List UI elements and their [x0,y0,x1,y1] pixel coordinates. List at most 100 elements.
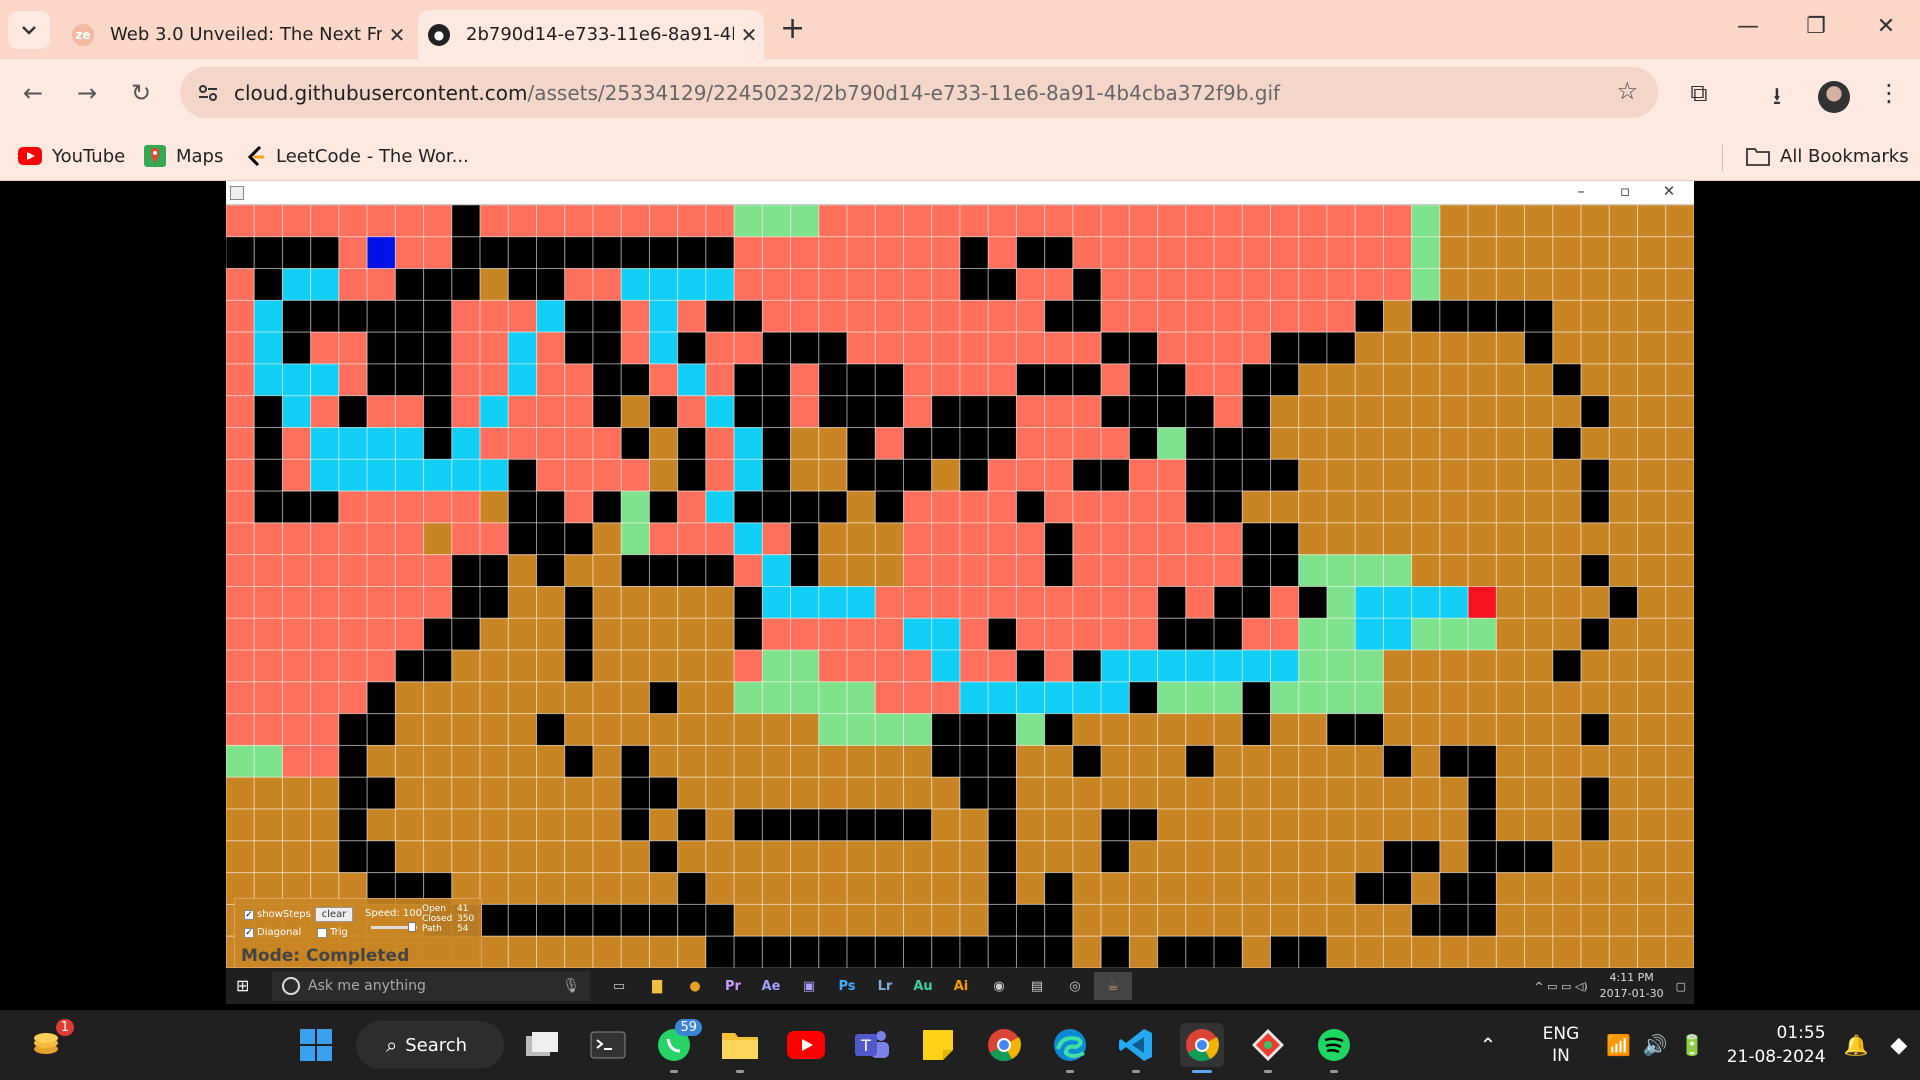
empty-cell[interactable] [1326,363,1356,397]
empty-cell[interactable] [733,776,763,810]
empty-cell[interactable] [705,586,735,619]
empty-cell[interactable] [1044,776,1074,810]
searched-cell[interactable] [253,713,283,746]
empty-cell[interactable] [1015,872,1046,905]
empty-cell[interactable] [1354,458,1384,492]
wall-cell[interactable] [1044,522,1074,556]
empty-cell[interactable] [874,872,905,905]
searched-cell[interactable] [620,458,650,492]
searched-cell[interactable] [987,490,1017,524]
searched-cell[interactable] [1185,554,1215,588]
empty-cell[interactable] [1665,205,1694,238]
wall-cell[interactable] [761,331,792,365]
empty-cell[interactable] [479,744,509,778]
empty-cell[interactable] [1608,840,1639,874]
searched-cell[interactable] [507,205,538,238]
empty-cell[interactable] [1213,840,1243,874]
searched-cell[interactable] [366,490,396,524]
open-cell[interactable] [1354,649,1384,683]
show-steps-checkbox[interactable]: ✓ showSteps [244,909,311,920]
wall-cell[interactable] [592,395,622,429]
empty-cell[interactable] [1382,299,1413,333]
empty-cell[interactable] [903,776,933,810]
open-cell[interactable] [620,490,650,524]
empty-cell[interactable] [677,713,707,746]
empty-cell[interactable] [564,935,594,968]
empty-cell[interactable] [1326,744,1356,778]
empty-cell[interactable] [394,808,425,842]
open-cell[interactable] [790,649,820,683]
searched-cell[interactable] [338,268,368,301]
path-cell[interactable] [1213,649,1243,683]
clock[interactable]: 01:55 21-08-2024 [1727,1021,1826,1069]
wall-cell[interactable] [733,490,763,524]
empty-cell[interactable] [1185,808,1215,842]
searched-cell[interactable] [564,458,594,492]
wall-cell[interactable] [705,299,735,333]
searched-cell[interactable] [226,649,255,683]
empty-cell[interactable] [931,458,961,492]
empty-cell[interactable] [1580,872,1610,905]
empty-cell[interactable] [1072,840,1102,874]
empty-cell[interactable] [677,681,707,715]
empty-cell[interactable] [1665,299,1694,333]
empty-cell[interactable] [1637,363,1667,397]
empty-cell[interactable] [931,776,961,810]
searched-cell[interactable] [1044,490,1074,524]
searched-cell[interactable] [959,649,989,683]
empty-cell[interactable] [1354,331,1384,365]
searched-cell[interactable] [1326,205,1356,238]
wall-cell[interactable] [1072,363,1102,397]
wall-cell[interactable] [1185,490,1215,524]
path-cell[interactable] [1185,649,1215,683]
searched-cell[interactable] [874,268,905,301]
wall-cell[interactable] [1072,299,1102,333]
empty-cell[interactable] [564,554,594,588]
wall-cell[interactable] [1157,935,1187,968]
wall-cell[interactable] [592,331,622,365]
searched-cell[interactable] [1298,236,1328,270]
empty-cell[interactable] [959,808,989,842]
empty-cell[interactable] [1467,236,1497,270]
searched-cell[interactable] [338,490,368,524]
path-cell[interactable] [705,395,735,429]
path-cell[interactable] [790,586,820,619]
searched-cell[interactable] [1072,395,1102,429]
wall-cell[interactable] [1524,331,1554,365]
wall-cell[interactable] [705,236,735,270]
wall-cell[interactable] [1467,903,1497,937]
searched-cell[interactable] [310,713,340,746]
empty-cell[interactable] [1326,458,1356,492]
empty-cell[interactable] [1044,840,1074,874]
searched-cell[interactable] [1213,395,1243,429]
empty-cell[interactable] [592,935,622,968]
searched-cell[interactable] [903,363,933,397]
empty-cell[interactable] [1665,840,1694,874]
empty-cell[interactable] [1270,872,1300,905]
searched-cell[interactable] [310,649,340,683]
empty-cell[interactable] [451,744,481,778]
empty-cell[interactable] [1608,554,1639,588]
empty-cell[interactable] [1637,744,1667,778]
empty-cell[interactable] [1382,522,1413,556]
empty-cell[interactable] [1637,331,1667,365]
wall-cell[interactable] [620,808,650,842]
wall-cell[interactable] [959,395,989,429]
empty-cell[interactable] [931,872,961,905]
searched-cell[interactable] [226,268,255,301]
empty-cell[interactable] [1467,490,1497,524]
searched-cell[interactable] [507,427,538,460]
wall-cell[interactable] [1185,617,1215,651]
star-icon[interactable]: ☆ [1616,77,1638,105]
searched-cell[interactable] [1015,331,1046,365]
wall-cell[interactable] [620,776,650,810]
empty-cell[interactable] [1270,776,1300,810]
searched-cell[interactable] [987,363,1017,397]
searched-cell[interactable] [226,522,255,556]
empty-cell[interactable] [1354,808,1384,842]
searched-cell[interactable] [1128,205,1159,238]
wall-cell[interactable] [507,490,538,524]
wall-cell[interactable] [366,363,396,397]
wall-cell[interactable] [987,840,1017,874]
wall-cell[interactable] [1044,713,1074,746]
